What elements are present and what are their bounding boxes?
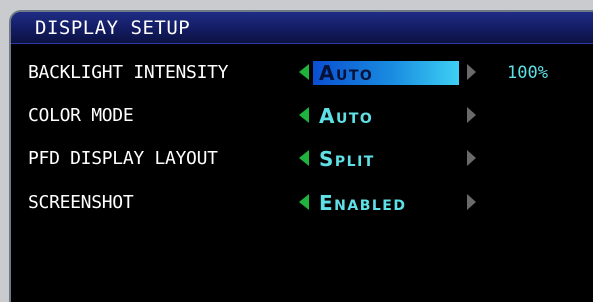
backlight-intensity-percent: 100% bbox=[507, 63, 548, 83]
chevron-left-icon[interactable] bbox=[299, 107, 309, 123]
setting-label: PFD DISPLAY LAYOUT bbox=[28, 148, 218, 169]
backlight-intensity-value[interactable]: Auto bbox=[313, 61, 459, 85]
chevron-right-icon[interactable] bbox=[467, 107, 476, 123]
setting-label: COLOR MODE bbox=[28, 105, 134, 126]
screenshot-value[interactable]: Enabled bbox=[313, 191, 459, 215]
title-bar: DISPLAY SETUP bbox=[11, 12, 593, 44]
chevron-right-icon[interactable] bbox=[467, 194, 476, 210]
setting-row-screenshot[interactable]: SCREENSHOT Enabled bbox=[11, 188, 593, 218]
window-title: DISPLAY SETUP bbox=[35, 17, 191, 39]
setting-row-pfd-display-layout[interactable]: PFD DISPLAY LAYOUT Split bbox=[11, 144, 593, 174]
chevron-left-icon[interactable] bbox=[299, 64, 309, 80]
chevron-left-icon[interactable] bbox=[299, 150, 309, 166]
chevron-left-icon[interactable] bbox=[299, 194, 309, 210]
setting-row-color-mode[interactable]: COLOR MODE Auto bbox=[11, 101, 593, 131]
setting-label: SCREENSHOT bbox=[28, 192, 134, 213]
setting-label: BACKLIGHT INTENSITY bbox=[28, 62, 229, 83]
pfd-display-layout-value[interactable]: Split bbox=[313, 147, 459, 171]
color-mode-value[interactable]: Auto bbox=[313, 104, 459, 128]
setting-row-backlight-intensity[interactable]: BACKLIGHT INTENSITY Auto 100% bbox=[11, 58, 593, 88]
display-setup-window: DISPLAY SETUP BACKLIGHT INTENSITY Auto 1… bbox=[9, 10, 593, 302]
chevron-right-icon[interactable] bbox=[467, 150, 476, 166]
chevron-right-icon[interactable] bbox=[467, 64, 476, 80]
